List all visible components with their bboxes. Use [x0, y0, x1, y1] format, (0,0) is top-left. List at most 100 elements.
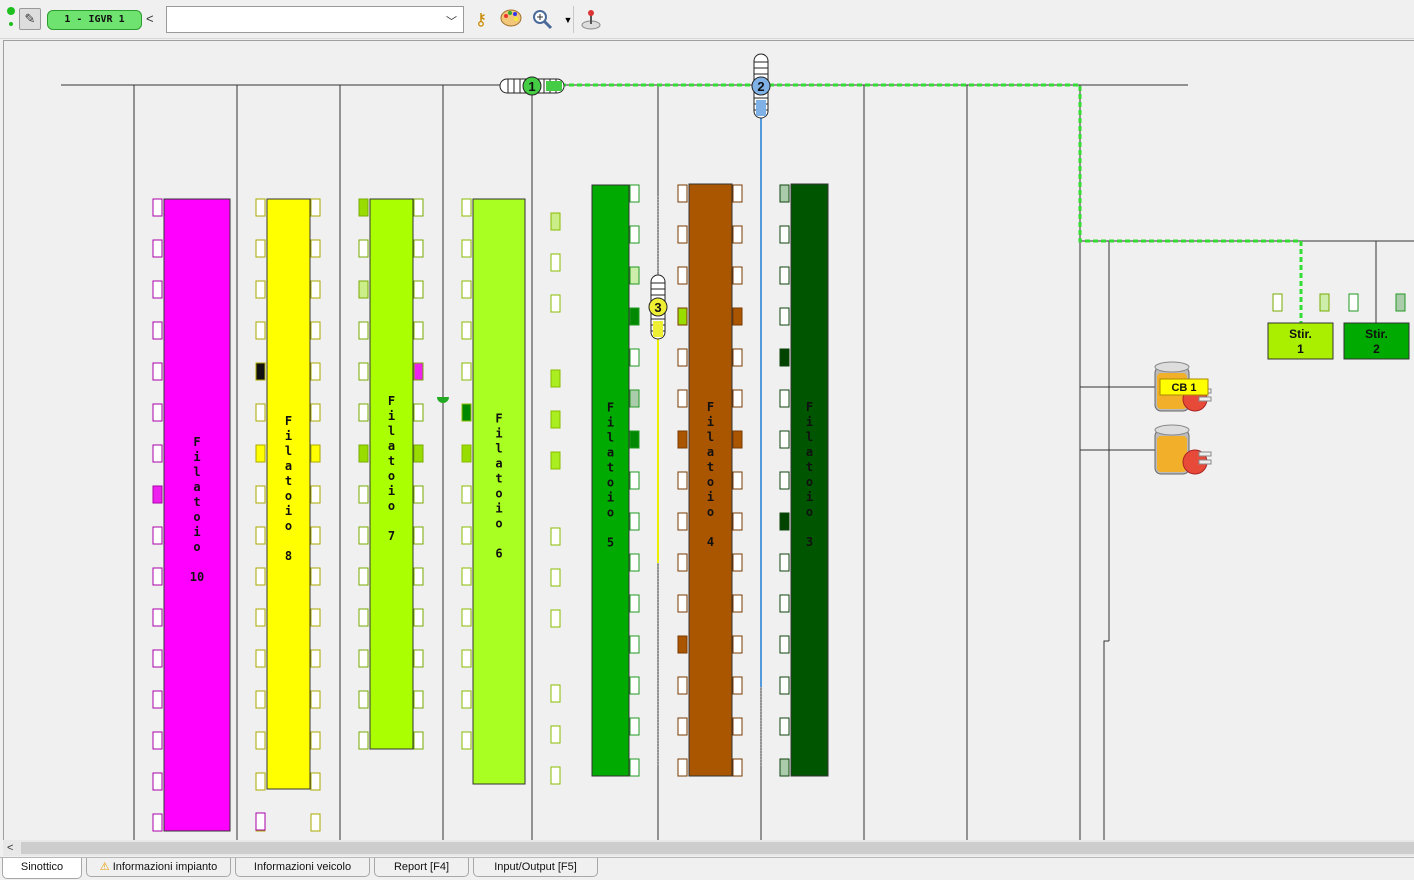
horizontal-scrollbar[interactable]: < [3, 840, 1414, 856]
spindle-slot [358, 526, 369, 545]
stir-slot [1395, 293, 1406, 312]
machine-label-letter: o [285, 519, 292, 533]
spindle-slot [629, 717, 640, 736]
chevron-down-icon[interactable]: ﹀ [446, 13, 457, 29]
vehicle-id-label: 1 [528, 79, 535, 94]
synoptic-canvas: Fi l a t o i o 10 Fi l a t o i o 8 Fi l a t o i o 7 Fi l a t o i o 6 Fi l… [3, 40, 1414, 841]
spindle-slot [358, 485, 369, 504]
stir-number: 2 [1373, 342, 1380, 356]
machine-filatoio-10: Filatoio10 [152, 198, 231, 832]
tab-informazioni-veicolo[interactable]: Informazioni veicolo [235, 858, 370, 877]
spindle-slot [779, 225, 790, 244]
palette-icon[interactable] [499, 8, 523, 32]
spindle-slot [152, 526, 163, 545]
spindle-slot [461, 403, 472, 422]
spindle-slot [461, 239, 472, 258]
status-led-icon [7, 7, 15, 15]
spindle-slot [732, 594, 743, 613]
spindle-slot [310, 608, 321, 627]
tab-bar: Sinottico ⚠ Informazioni impianto Inform… [0, 857, 1414, 880]
spindle-slot [677, 594, 688, 613]
warning-icon: ⚠ [99, 861, 110, 873]
spindle-slot [677, 184, 688, 203]
scroll-thumb[interactable] [21, 842, 1414, 854]
spindle-slot [732, 676, 743, 695]
previous-vehicle-button[interactable]: < [146, 11, 154, 26]
machine-label-letter: o [607, 476, 614, 490]
tools-button[interactable]: ✎ [19, 8, 41, 30]
spindle-slot [550, 369, 561, 388]
zoom-dropdown-icon[interactable]: ▼ [556, 8, 580, 32]
spindle-slot [550, 725, 561, 744]
spindle-slot [677, 430, 688, 449]
machine-label-letter: a [285, 459, 292, 473]
stir-slot [1348, 293, 1359, 312]
spindle-slot [732, 635, 743, 654]
vehicle-route-path [561, 83, 1303, 323]
stir-slot [1272, 293, 1283, 312]
vehicle-front [653, 321, 663, 337]
tab-informazioni-impianto[interactable]: ⚠ Informazioni impianto [86, 858, 231, 877]
spindle-slot [779, 676, 790, 695]
machine-label-letter: o [285, 489, 292, 503]
spindle-slot [732, 471, 743, 490]
spindle-slot [629, 307, 640, 326]
stir-unit-1: Stir.1 [1267, 322, 1334, 360]
machine-label-letter: l [388, 424, 395, 438]
tools-icon: ✎ [24, 11, 36, 26]
spindle-slot [413, 239, 424, 258]
spindle-slot [310, 403, 321, 422]
machine-label-letter: o [806, 475, 813, 489]
vehicle-combo-box[interactable]: ﹀ [166, 6, 464, 33]
charger-plug-pin [1198, 459, 1212, 465]
machine-label-letter: o [495, 487, 502, 501]
spindle-slot [677, 758, 688, 777]
machine-number: 10 [190, 570, 204, 584]
spindle-slot [779, 758, 790, 777]
machine-label-letter: o [388, 499, 395, 513]
spindle-slot [255, 608, 266, 627]
spindle-slot [413, 649, 424, 668]
spindle-slot [310, 280, 321, 299]
spindle-slot [358, 444, 369, 463]
zoom-icon[interactable] [530, 8, 554, 32]
spindle-slot [550, 568, 561, 587]
spindle-slot [677, 266, 688, 285]
synoptic-drawing: Filatoio10Filatoio8Filatoio7Filatoio6Fil… [61, 53, 1414, 841]
spindle-slot [629, 594, 640, 613]
vehicle-id-label: 2 [757, 79, 764, 94]
machine-number: 3 [806, 535, 813, 549]
spindle-slot [152, 362, 163, 381]
vehicle-selector-button[interactable]: 1 - IGVR 1 [47, 10, 142, 30]
spindle-slot [358, 280, 369, 299]
scroll-left-icon[interactable]: < [7, 840, 13, 856]
spindle-slot [358, 690, 369, 709]
machine-label-letter: t [193, 495, 200, 509]
machine-number: 5 [607, 536, 614, 550]
machine-label-letter: F [495, 412, 502, 426]
spindle-slot [310, 813, 321, 832]
spindle-slot [677, 225, 688, 244]
junction-marker-icon [437, 397, 449, 403]
machine-label-letter: a [388, 439, 395, 453]
spindle-slot [413, 690, 424, 709]
tab-sinottico[interactable]: Sinottico [2, 858, 82, 879]
tab-input-output[interactable]: Input/Output [F5] [473, 858, 598, 877]
spindle-slot [152, 772, 163, 791]
machine-label-letter: i [193, 525, 200, 539]
spindle-slot [310, 690, 321, 709]
spindle-slot [152, 731, 163, 750]
joystick-icon[interactable] [579, 8, 603, 32]
vehicle-1: 1 [499, 76, 565, 96]
spindle-slot [255, 567, 266, 586]
machine-label-letter: F [388, 394, 395, 408]
tab-report[interactable]: Report [F4] [374, 858, 469, 877]
spindle-slot [779, 184, 790, 203]
machine-label-letter: t [607, 461, 614, 475]
spindle-slot [629, 348, 640, 367]
spindle-slot [358, 403, 369, 422]
key-icon[interactable]: ⚷ [469, 8, 493, 32]
spindle-slot [413, 444, 424, 463]
machine-label-letter: l [193, 465, 200, 479]
spindle-slot [255, 403, 266, 422]
